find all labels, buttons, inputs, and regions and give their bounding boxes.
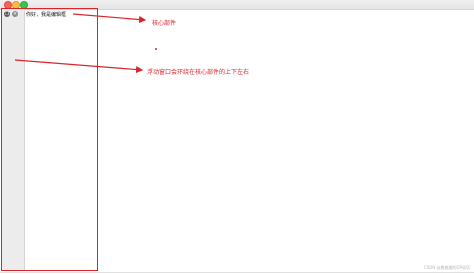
window-bottom-edge <box>0 272 474 273</box>
annotation-arrows <box>14 13 147 74</box>
core-widget-annotation: 核心部件 <box>152 20 177 27</box>
central-widget-dot <box>155 48 157 50</box>
arrow-to-dock-description <box>14 59 144 74</box>
arrow-to-core <box>72 13 147 24</box>
dock-position-annotation: 浮动窗口会环绕在核心部件的上下左右 <box>147 69 250 76</box>
watermark: CSDN @靠着蹦的DP说话 <box>423 265 470 270</box>
